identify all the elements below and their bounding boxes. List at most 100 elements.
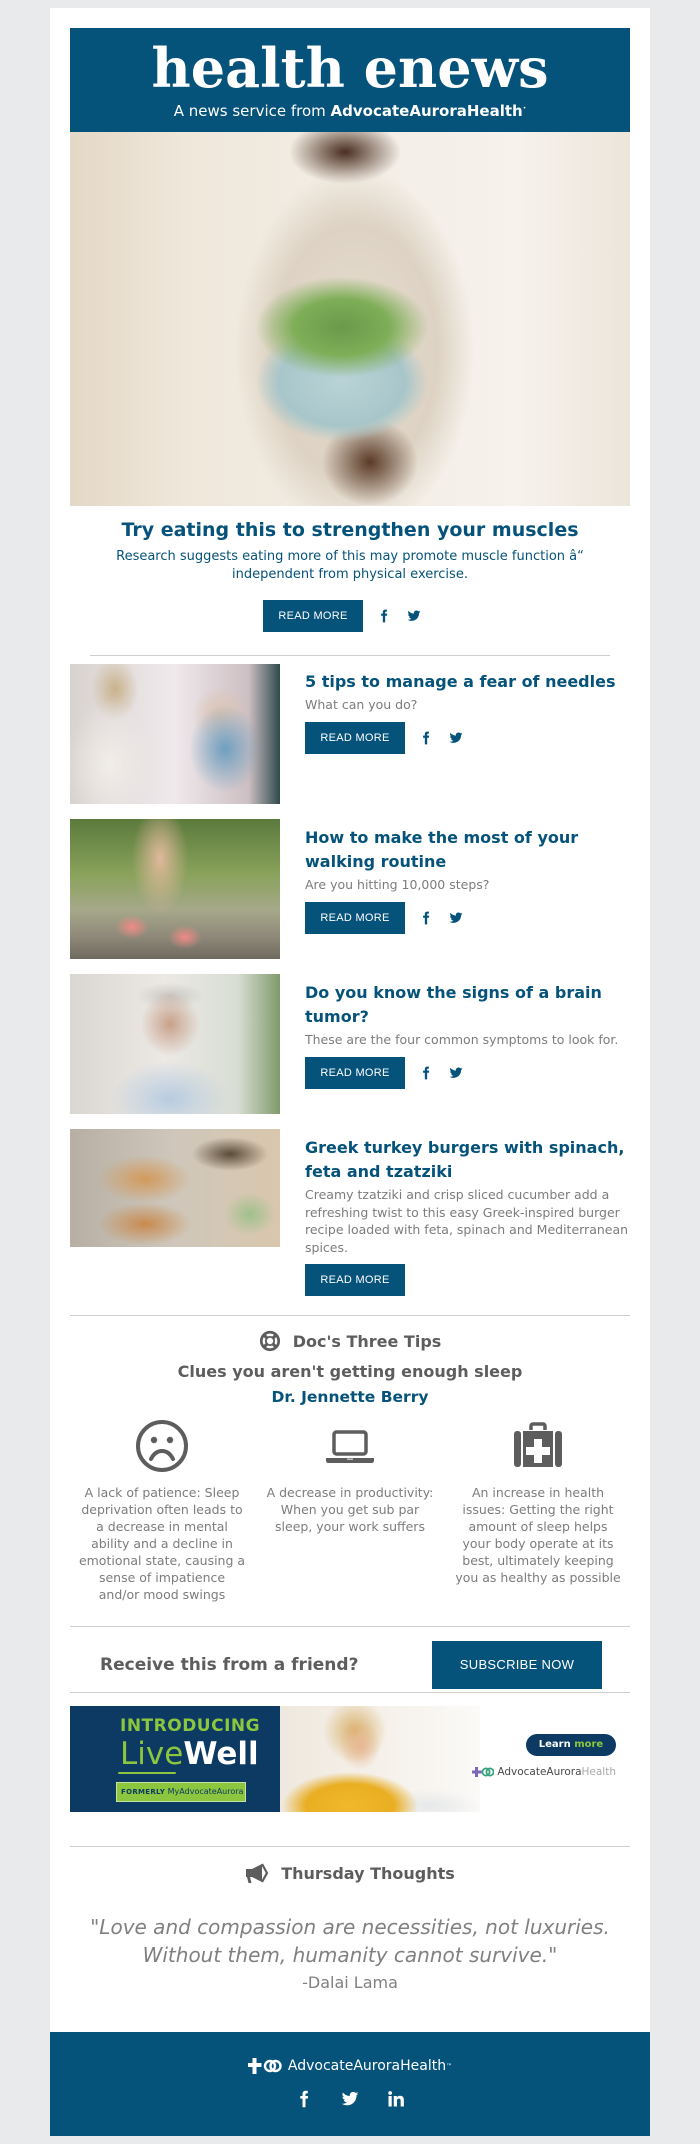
divider [70, 1692, 630, 1693]
facebook-icon[interactable] [419, 911, 433, 925]
subscribe-now-button[interactable]: SUBSCRIBE NOW [432, 1641, 602, 1689]
footer-trademark: ™ [446, 2062, 453, 2070]
footer-brand-text: AdvocateAuroraHealth [287, 2058, 447, 2074]
hero-actions: Read More [70, 600, 630, 632]
read-more-button[interactable]: Read More [305, 1056, 405, 1089]
twitter-icon[interactable] [449, 1066, 463, 1080]
doc-tips-list: A lack of patience: Sleep deprivation of… [70, 1418, 630, 1603]
divider [70, 1846, 630, 1847]
share-links [419, 1066, 479, 1080]
tip-item: A decrease in productivity: When you get… [266, 1418, 434, 1603]
facebook-icon[interactable] [377, 609, 391, 623]
article-item: Do you know the signs of a brain tumor? … [305, 981, 635, 1089]
banner-livewell-logo: LiveWell [120, 1736, 259, 1772]
banner-brand-health: Health [581, 1766, 616, 1778]
masthead-title: health enews [151, 36, 549, 100]
banner-introducing: INTRODUCING [120, 1716, 261, 1736]
medical-kit-icon [514, 1422, 562, 1467]
banner-right-panel: Learn more AdvocateAurora Health [472, 1706, 630, 1812]
banner-underline [118, 1772, 176, 1774]
article-image[interactable] [70, 1129, 280, 1247]
hero-description: Research suggests eating more of this ma… [116, 549, 584, 582]
quote-text: "Love and compassion are necessities, no… [90, 1915, 610, 1967]
read-more-button[interactable]: Read More [305, 721, 405, 754]
banner-formerly-brand: MyAdvocateAurora [167, 1787, 244, 1796]
tip-item: An increase in health issues: Getting th… [454, 1418, 622, 1603]
hero-share-links [377, 609, 437, 623]
banner-brand-logo: AdvocateAurora Health [472, 1766, 616, 1778]
twitter-icon[interactable] [449, 911, 463, 925]
article-description: These are the four common symptoms to lo… [305, 1032, 619, 1047]
banner-formerly-label: FORMERLY [121, 1788, 166, 1796]
sad-face-icon [136, 1420, 188, 1472]
quote-author: -Dalai Lama [302, 1973, 398, 1992]
banner-formerly-badge: FORMERLY MyAdvocateAurora [116, 1782, 246, 1802]
facebook-icon[interactable] [419, 1066, 433, 1080]
hero-image[interactable] [70, 132, 630, 506]
article-title[interactable]: Do you know the signs of a brain tumor? [305, 981, 635, 1029]
article-item: Greek turkey burgers with spinach, feta … [305, 1136, 635, 1296]
doc-tips-heading: Doc's Three Tips [292, 1331, 442, 1351]
learn-more-button[interactable]: Learn more [526, 1734, 616, 1756]
twitter-icon[interactable] [449, 731, 463, 745]
banner-well: Well [183, 1736, 259, 1772]
share-links [419, 911, 479, 925]
banner-left-panel: INTRODUCING LiveWell FORMERLY MyAdvocate… [70, 1706, 280, 1812]
divider [70, 1315, 630, 1316]
livewell-banner[interactable]: INTRODUCING LiveWell FORMERLY MyAdvocate… [70, 1706, 630, 1812]
footer-brand[interactable]: AdvocateAuroraHealth ™ [50, 2058, 650, 2074]
aah-logo-icon [247, 2058, 282, 2074]
article-item: How to make the most of your walking rou… [305, 826, 635, 934]
hero-title[interactable]: Try eating this to strengthen your muscl… [70, 516, 630, 544]
article-actions: Read More [305, 1264, 635, 1296]
footer: AdvocateAuroraHealth ™ [50, 2032, 650, 2136]
learn-more-suffix: more [574, 1739, 604, 1750]
lifebuoy-icon [259, 1330, 280, 1352]
facebook-icon[interactable] [419, 731, 433, 745]
linkedin-icon[interactable] [387, 2090, 405, 2108]
masthead-brand: AdvocateAuroraHealth [330, 102, 523, 120]
article-image[interactable] [70, 664, 280, 804]
masthead-subtitle-prefix: A news service from [173, 102, 331, 120]
share-links [419, 731, 479, 745]
doc-tips-subtitle: Clues you aren't getting enough sleep [177, 1362, 523, 1381]
tip-text: An increase in health issues: Getting th… [455, 1485, 621, 1585]
article-image[interactable] [70, 819, 280, 959]
article-title[interactable]: How to make the most of your walking rou… [305, 826, 635, 874]
divider [90, 655, 610, 656]
article-actions: Read More [305, 901, 635, 934]
banner-photo [280, 1706, 480, 1812]
banner-live: Live [120, 1736, 184, 1772]
footer-social-links [50, 2090, 650, 2108]
article-actions: Read More [305, 1056, 635, 1089]
read-more-button[interactable]: Read More [305, 1264, 405, 1296]
masthead-dot: • [522, 105, 527, 112]
laptop-icon [326, 1430, 374, 1463]
article-description: Are you hitting 10,000 steps? [305, 877, 490, 892]
learn-more-prefix: Learn [538, 1739, 575, 1750]
article-item: 5 tips to manage a fear of needles What … [305, 670, 635, 754]
read-more-button[interactable]: Read More [305, 901, 405, 934]
tip-text: A lack of patience: Sleep deprivation of… [78, 1485, 246, 1602]
masthead-subtitle: A news service from AdvocateAuroraHealth… [70, 100, 630, 120]
megaphone-icon [246, 1863, 269, 1883]
twitter-icon[interactable] [341, 2090, 359, 2108]
doc-tips-author[interactable]: Dr. Jennette Berry [70, 1385, 630, 1409]
subscribe-row: Receive this from a friend? SUBSCRIBE NO… [70, 1640, 630, 1690]
aah-logo-icon [472, 1766, 495, 1777]
article-image[interactable] [70, 974, 280, 1114]
twitter-icon[interactable] [407, 609, 421, 623]
article-title[interactable]: Greek turkey burgers with spinach, feta … [305, 1136, 635, 1184]
facebook-icon[interactable] [295, 2090, 313, 2108]
article-description: What can you do? [305, 697, 418, 712]
tip-text: A decrease in productivity: When you get… [266, 1485, 434, 1534]
hero-read-more-button[interactable]: Read More [263, 600, 363, 632]
article-description: Creamy tzatziki and crisp sliced cucumbe… [305, 1187, 629, 1255]
thursday-thoughts-header: Thursday Thoughts [70, 1862, 630, 1884]
thursday-thoughts-heading: Thursday Thoughts [281, 1863, 455, 1883]
article-title[interactable]: 5 tips to manage a fear of needles [305, 670, 635, 694]
tip-item: A lack of patience: Sleep deprivation of… [78, 1418, 246, 1603]
article-actions: Read More [305, 721, 635, 754]
email-container: health enews A news service from Advocat… [50, 8, 650, 2136]
subscribe-prompt: Receive this from a friend? [100, 1655, 359, 1675]
